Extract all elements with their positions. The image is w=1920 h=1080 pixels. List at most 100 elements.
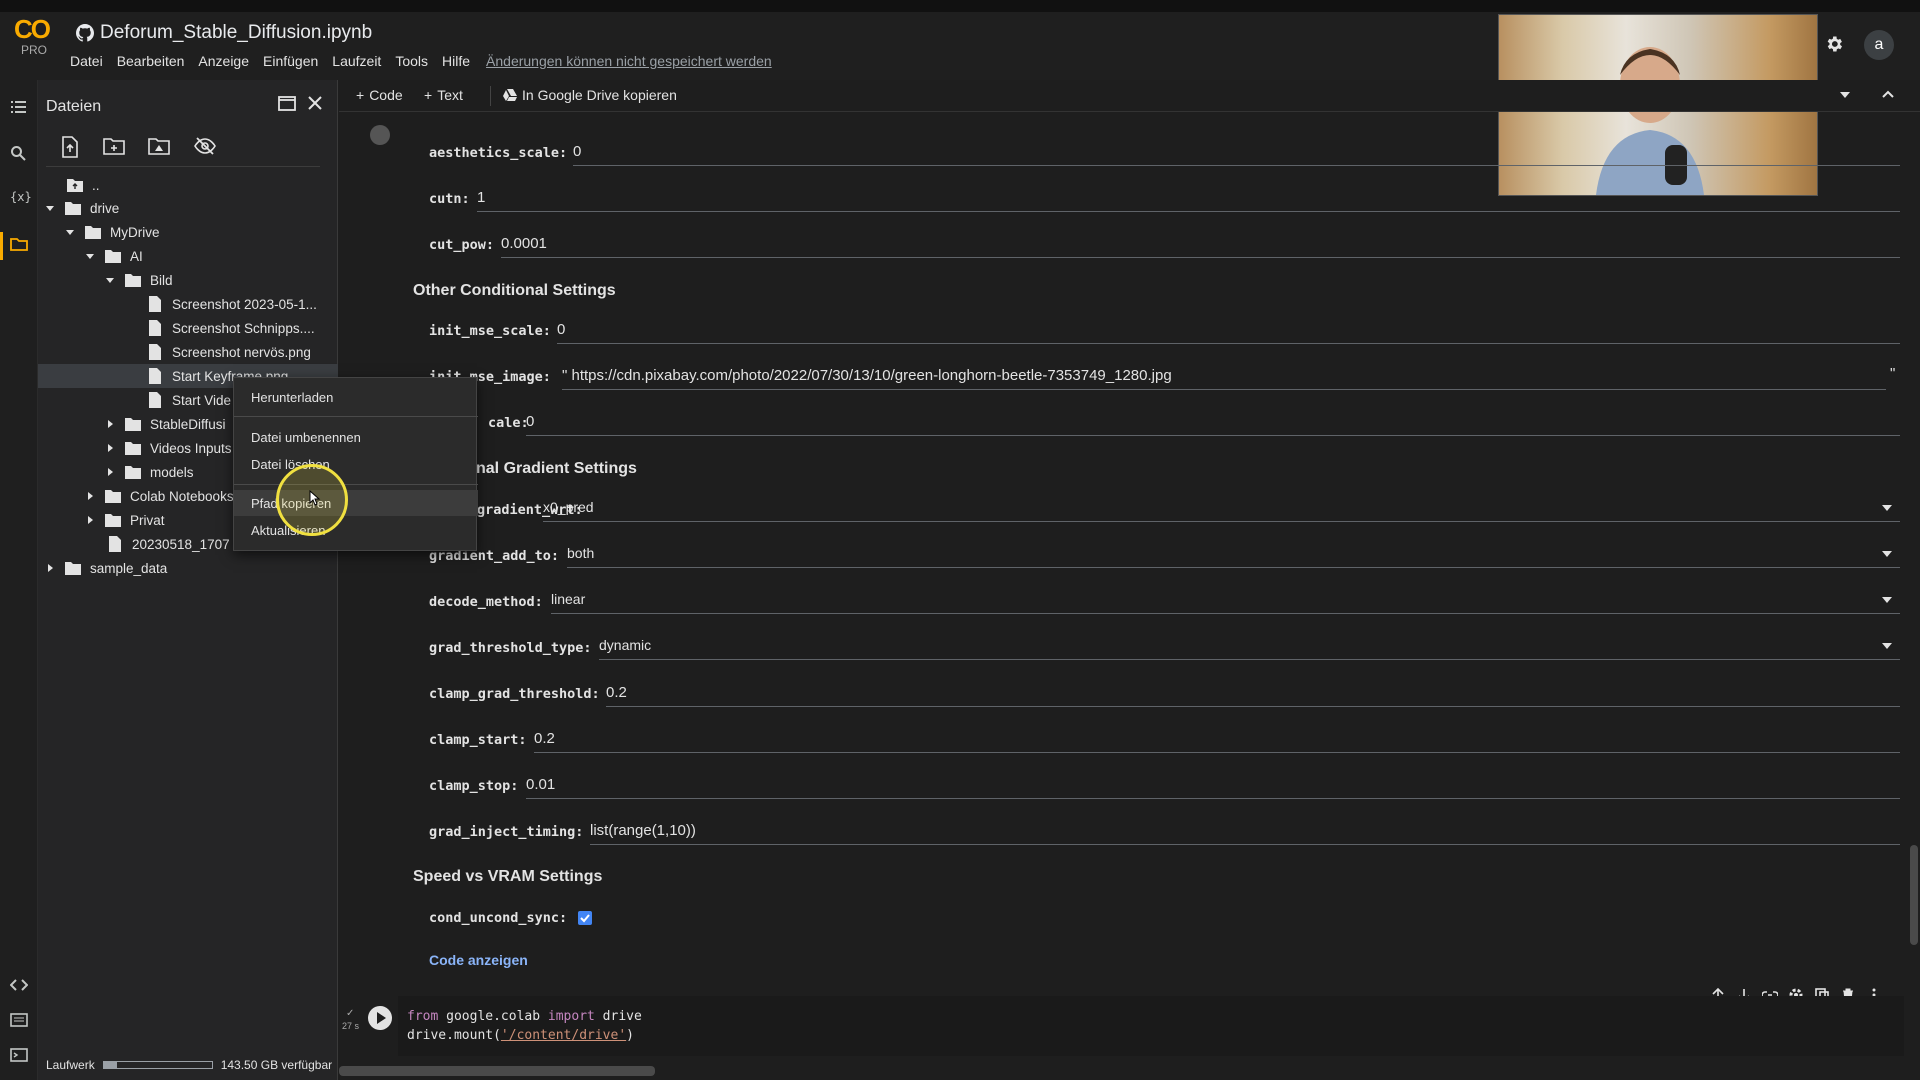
tree-item-file[interactable]: Screenshot Schnipps.... — [146, 316, 315, 340]
command-palette-icon[interactable] — [10, 1013, 30, 1033]
tree-item-label: Screenshot nervös.png — [172, 344, 311, 360]
tree-item-label: Screenshot Schnipps.... — [172, 320, 315, 336]
menu-anzeige[interactable]: Anzeige — [198, 53, 249, 69]
code-cell-editor[interactable] — [398, 996, 1904, 1056]
hide-files-icon[interactable] — [194, 136, 216, 158]
cond-uncond-sync-checkbox[interactable] — [578, 911, 592, 925]
left-rail — [0, 80, 38, 1080]
unsaved-warning-link[interactable]: Änderungen können nicht gespeichert werd… — [486, 53, 772, 69]
colab-logo[interactable]: CO PRO — [14, 14, 56, 64]
field-label: cut_pow: — [429, 237, 495, 253]
expand-down-icon[interactable] — [64, 226, 76, 238]
tree-item-folder[interactable]: Privat — [84, 508, 165, 532]
add-text-button[interactable]: + Text — [424, 87, 463, 103]
tree-item-file[interactable]: Screenshot 2023-05-1... — [146, 292, 317, 316]
folder-icon — [125, 442, 141, 455]
field-underline — [573, 165, 1900, 166]
copy-to-drive-button[interactable]: In Google Drive kopieren — [503, 87, 677, 103]
field-input[interactable]: 0.2 — [534, 730, 555, 747]
expand-right-icon[interactable] — [104, 418, 116, 430]
field-label: grad_threshold_type: — [429, 640, 592, 656]
expand-right-icon[interactable] — [84, 490, 96, 502]
vertical-scrollbar[interactable] — [1910, 845, 1918, 945]
expand-right-icon[interactable] — [44, 562, 56, 574]
select-value[interactable]: linear — [551, 591, 585, 607]
tree-item-sample-data[interactable]: sample_data — [44, 556, 167, 580]
logo-sub: PRO — [21, 43, 48, 57]
mount-drive-icon[interactable] — [148, 136, 170, 158]
field-input[interactable]: list(range(1,10)) — [590, 822, 696, 839]
new-folder-icon[interactable] — [103, 136, 125, 158]
field-trailing-quote: " — [1890, 365, 1896, 382]
menu-hilfe[interactable]: Hilfe — [442, 53, 470, 69]
upload-file-icon[interactable] — [60, 136, 82, 158]
horizontal-scrollbar[interactable] — [339, 1066, 655, 1076]
expand-down-icon[interactable] — [44, 202, 56, 214]
terminal-icon[interactable] — [10, 1048, 30, 1068]
files-folder-icon[interactable] — [10, 236, 30, 256]
tree-item-file[interactable]: 20230518_1707 — [106, 532, 230, 556]
menu-bearbeiten[interactable]: Bearbeiten — [117, 53, 185, 69]
menu-tools[interactable]: Tools — [395, 53, 428, 69]
expand-right-icon[interactable] — [104, 466, 116, 478]
tree-item-drive[interactable]: drive — [44, 196, 119, 220]
tree-item-file[interactable]: Screenshot nervös.png — [146, 340, 311, 364]
tree-item-folder[interactable]: Videos Inputs — [104, 436, 232, 460]
field-underline — [543, 521, 1900, 522]
settings-gear-icon[interactable] — [1824, 34, 1844, 54]
field-input[interactable]: " https://cdn.pixabay.com/photo/2022/07/… — [562, 367, 1172, 384]
notebook-title[interactable]: Deforum_Stable_Diffusion.ipynb — [76, 22, 372, 44]
expand-right-icon[interactable] — [84, 514, 96, 526]
search-icon[interactable] — [10, 145, 30, 165]
menu-item-download[interactable]: Herunterladen — [251, 390, 333, 405]
add-code-button[interactable]: + Code — [356, 87, 403, 103]
dropdown-arrow-icon[interactable] — [1840, 92, 1850, 98]
field-underline — [526, 798, 1900, 799]
select-value[interactable]: x0_pred — [543, 499, 594, 515]
open-in-tab-icon[interactable] — [278, 94, 296, 112]
dropdown-arrow-icon[interactable] — [1882, 505, 1892, 511]
variables-icon[interactable]: {x} — [10, 190, 32, 210]
dropdown-arrow-icon[interactable] — [1882, 643, 1892, 649]
menu-item-rename[interactable]: Datei umbenennen — [251, 430, 361, 445]
tree-item-folder[interactable]: StableDiffusi — [104, 412, 226, 436]
section-heading: Other Conditional Settings — [413, 282, 616, 299]
tree-item-folder[interactable]: Colab Notebooks — [84, 484, 234, 508]
tree-item-bild[interactable]: Bild — [104, 268, 173, 292]
field-input[interactable]: 0.01 — [526, 776, 555, 793]
select-value[interactable]: both — [567, 545, 594, 561]
tree-item-mydrive[interactable]: MyDrive — [64, 220, 160, 244]
field-underline — [590, 844, 1900, 845]
tree-item-ai[interactable]: AI — [84, 244, 143, 268]
field-input[interactable]: 0 — [526, 413, 534, 430]
run-code-cell-button[interactable] — [368, 1006, 392, 1030]
field-input[interactable]: 0.0001 — [501, 235, 547, 252]
tree-item-file[interactable]: Start Vide — [146, 388, 231, 412]
sidebar-title: Dateien — [46, 98, 102, 115]
menu-einfuegen[interactable]: Einfügen — [263, 53, 318, 69]
tree-item-folder[interactable]: models — [104, 460, 194, 484]
toc-icon[interactable] — [10, 98, 30, 118]
expand-right-icon[interactable] — [104, 442, 116, 454]
tree-item-label: 20230518_1707 — [132, 536, 230, 552]
tree-item-label: Privat — [130, 512, 165, 528]
expand-down-icon[interactable] — [104, 274, 116, 286]
field-input[interactable]: 0 — [557, 321, 565, 338]
show-code-link[interactable]: Code anzeigen — [429, 952, 528, 968]
tree-item-parent[interactable]: .. — [66, 173, 100, 197]
user-avatar[interactable]: a — [1864, 30, 1894, 60]
close-sidebar-icon[interactable] — [306, 94, 324, 112]
menu-laufzeit[interactable]: Laufzeit — [332, 53, 381, 69]
dropdown-arrow-icon[interactable] — [1882, 551, 1892, 557]
run-cell-button[interactable] — [370, 125, 390, 145]
collapse-up-icon[interactable] — [1882, 90, 1894, 98]
code-snippets-icon[interactable] — [10, 978, 30, 998]
field-input[interactable]: 1 — [477, 189, 485, 206]
select-value[interactable]: dynamic — [599, 637, 651, 653]
dropdown-arrow-icon[interactable] — [1882, 597, 1892, 603]
field-label: clamp_start: — [429, 732, 527, 748]
field-input[interactable]: 0 — [573, 143, 581, 160]
expand-down-icon[interactable] — [84, 250, 96, 262]
menu-datei[interactable]: Datei — [70, 53, 103, 69]
field-input[interactable]: 0.2 — [606, 684, 627, 701]
